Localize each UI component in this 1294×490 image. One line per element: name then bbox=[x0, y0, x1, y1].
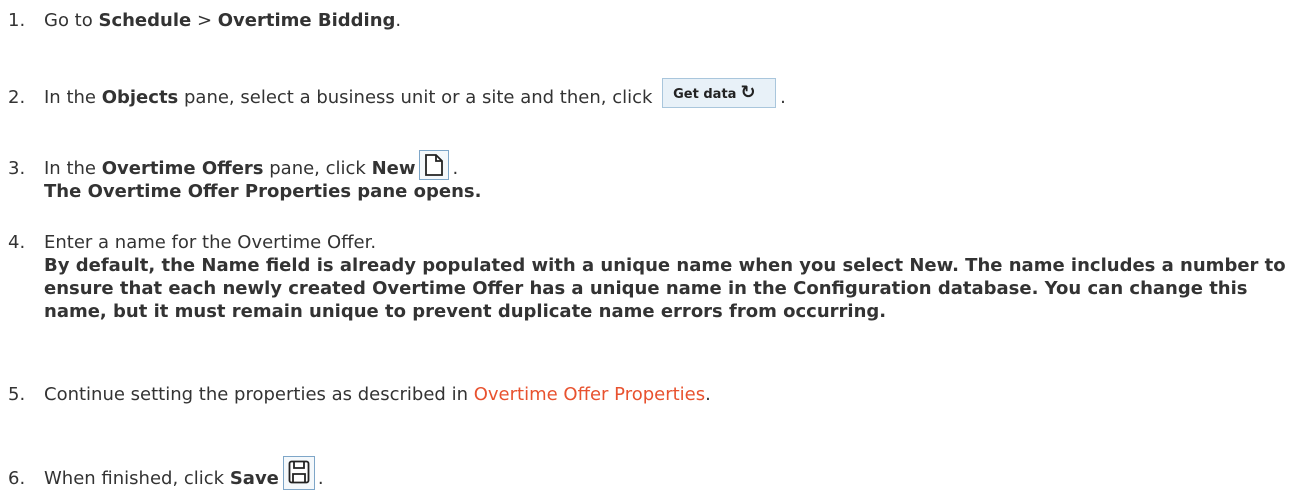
step-text: Go to bbox=[44, 10, 99, 31]
step-number: 2. bbox=[8, 87, 26, 108]
menu-schedule: Schedule bbox=[98, 10, 192, 31]
save-floppy-icon bbox=[288, 460, 310, 484]
save-label: Save bbox=[229, 468, 279, 489]
step-number: 3. bbox=[8, 158, 26, 179]
new-label: New bbox=[371, 158, 416, 179]
save-button[interactable] bbox=[282, 456, 315, 490]
step-text: When finished, click bbox=[44, 468, 230, 489]
pane-overtime-offers: Overtime Offers bbox=[101, 158, 264, 179]
new-document-icon bbox=[425, 154, 444, 176]
refresh-icon: ↻ bbox=[740, 82, 756, 103]
get-data-button[interactable]: Get data ↻ bbox=[662, 78, 777, 108]
step-number: 4. bbox=[8, 232, 26, 253]
step-text: pane, click bbox=[263, 158, 372, 179]
step-text-end: . bbox=[395, 10, 402, 31]
step-6: 6. When finished, click Save. bbox=[8, 456, 324, 490]
step-3: 3. In the Overtime Offers pane, click New… bbox=[8, 150, 481, 203]
step-text: Continue setting the properties as descr… bbox=[44, 384, 474, 405]
step-number: 5. bbox=[8, 384, 26, 405]
step-text: In the bbox=[44, 87, 102, 108]
get-data-label: Get data bbox=[673, 87, 737, 102]
step-result: By default, the Name field is already po… bbox=[44, 255, 1286, 322]
step-text: Enter a name for the Overtime Offer. bbox=[44, 232, 377, 253]
step-number: 1. bbox=[8, 10, 26, 31]
menu-separator: > bbox=[191, 10, 218, 31]
new-button[interactable] bbox=[419, 150, 450, 180]
step-text: pane, select a business unit or a site a… bbox=[178, 87, 659, 108]
step-result: The Overtime Offer Properties pane opens… bbox=[44, 181, 482, 202]
step-1: 1. Go to Schedule > Overtime Bidding. bbox=[8, 9, 401, 32]
step-text-end: . bbox=[317, 468, 324, 489]
step-text-end: . bbox=[452, 158, 459, 179]
step-text-end: . bbox=[705, 384, 711, 405]
step-5: 5. Continue setting the properties as des… bbox=[8, 383, 711, 406]
step-text: In the bbox=[44, 158, 102, 179]
step-2: 2. In the Objects pane, select a business… bbox=[8, 78, 786, 113]
step-text-end: . bbox=[780, 87, 786, 108]
pane-objects: Objects bbox=[101, 87, 179, 108]
menu-overtime-bidding: Overtime Bidding bbox=[217, 10, 396, 31]
step-4: 4. Enter a name for the Overtime Offer. B… bbox=[8, 231, 1294, 323]
overtime-offer-properties-link[interactable]: Overtime Offer Properties bbox=[474, 384, 705, 405]
